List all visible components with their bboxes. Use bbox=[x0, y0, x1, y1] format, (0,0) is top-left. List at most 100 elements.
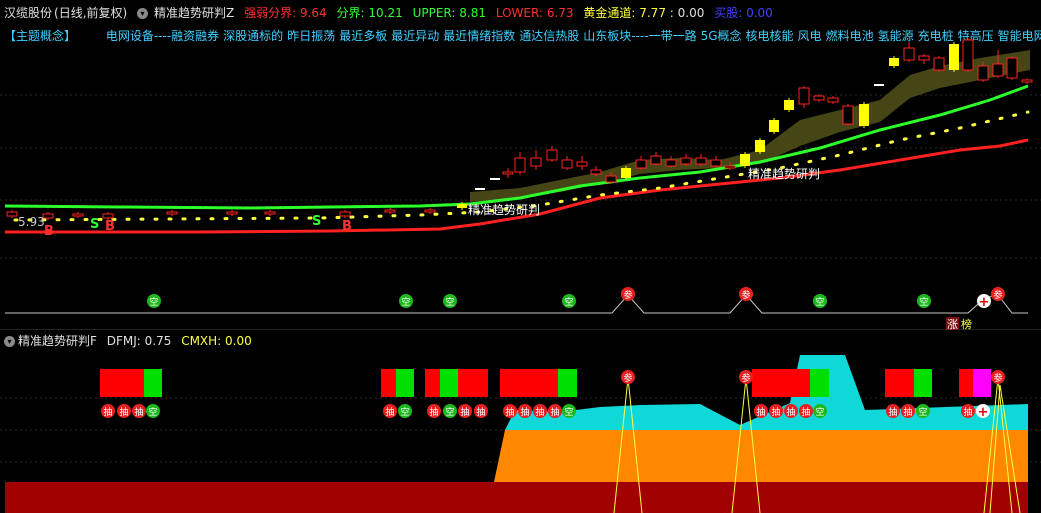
can-badge: 参 bbox=[991, 287, 1005, 301]
svg-text:抽: 抽 bbox=[385, 406, 394, 418]
svg-text:空: 空 bbox=[815, 296, 824, 308]
svg-text:抽: 抽 bbox=[771, 406, 780, 418]
candle-body bbox=[874, 84, 884, 86]
candle-body bbox=[1021, 79, 1033, 83]
candle-body bbox=[457, 204, 467, 208]
red-bar bbox=[425, 369, 440, 397]
candle-body bbox=[813, 95, 825, 101]
svg-text:抽: 抽 bbox=[505, 406, 514, 418]
kong-badge: 空 bbox=[398, 404, 412, 418]
magenta-bar bbox=[973, 369, 991, 397]
signal-label-1: 精准趋势研判 bbox=[468, 203, 540, 217]
red-bar bbox=[752, 369, 810, 397]
svg-text:抽: 抽 bbox=[520, 406, 529, 418]
svg-text:参: 参 bbox=[993, 372, 1002, 384]
chou-badge: 抽 bbox=[101, 404, 115, 418]
candle-body bbox=[514, 157, 526, 173]
svg-text:空: 空 bbox=[564, 296, 573, 308]
lower-indicator-name[interactable]: 精准趋势研判F bbox=[18, 334, 97, 348]
svg-text:参: 参 bbox=[993, 289, 1002, 301]
svg-text:空: 空 bbox=[445, 296, 454, 308]
lower-line bbox=[5, 138, 1029, 234]
signal-label-2: 精准趋势研判 bbox=[748, 167, 820, 181]
chou-badge: 抽 bbox=[458, 404, 472, 418]
chou-badge: 抽 bbox=[961, 404, 975, 418]
candle-body bbox=[576, 161, 588, 167]
chou-badge: 抽 bbox=[427, 404, 441, 418]
svg-text:+: + bbox=[979, 295, 990, 310]
candle-body bbox=[590, 169, 602, 175]
svg-text:空: 空 bbox=[401, 296, 410, 308]
candle-body bbox=[6, 211, 18, 217]
candle-body bbox=[665, 159, 677, 167]
cmxh-label: CMXH: bbox=[181, 334, 222, 348]
candle-body bbox=[977, 65, 989, 81]
candle-body bbox=[475, 188, 485, 190]
svg-text:抽: 抽 bbox=[103, 406, 112, 418]
collapse-icon[interactable]: ▾ bbox=[4, 336, 15, 347]
svg-text:抽: 抽 bbox=[963, 406, 972, 418]
can-badge: 参 bbox=[739, 370, 753, 384]
lower-badges: 抽抽抽空抽空抽空抽抽抽抽抽抽空抽抽抽抽空抽抽空抽 +参参参 bbox=[101, 370, 1005, 420]
chou-badge: 抽 bbox=[901, 404, 915, 418]
candle-body bbox=[918, 55, 930, 61]
svg-text:+: + bbox=[978, 405, 989, 420]
red-bar bbox=[885, 369, 914, 397]
s-marker: S bbox=[312, 214, 321, 229]
chou-badge: 抽 bbox=[132, 404, 146, 418]
candle-body bbox=[339, 211, 351, 217]
kong-badge: 空 bbox=[562, 294, 576, 308]
svg-text:抽: 抽 bbox=[756, 406, 765, 418]
kong-badge: 空 bbox=[399, 294, 413, 308]
candle-body bbox=[680, 157, 692, 165]
svg-text:抽: 抽 bbox=[429, 406, 438, 418]
candle-body bbox=[710, 159, 722, 167]
svg-text:空: 空 bbox=[918, 406, 927, 418]
green-bar bbox=[396, 369, 414, 397]
green-bar bbox=[144, 369, 162, 397]
kong-badge: 空 bbox=[813, 404, 827, 418]
chou-badge: 抽 bbox=[474, 404, 488, 418]
can-badge: 参 bbox=[621, 287, 635, 301]
red-bar bbox=[458, 369, 488, 397]
svg-text:抽: 抽 bbox=[119, 406, 128, 418]
kong-badge: 空 bbox=[146, 404, 160, 418]
svg-text:抽: 抽 bbox=[888, 406, 897, 418]
kong-badge: 空 bbox=[813, 294, 827, 308]
candle-body bbox=[102, 213, 114, 219]
candle-body bbox=[903, 47, 915, 61]
svg-text:参: 参 bbox=[741, 289, 750, 301]
base-area bbox=[5, 482, 1028, 513]
b-marker: B bbox=[44, 224, 54, 239]
candle-body bbox=[842, 105, 854, 125]
candle-body bbox=[769, 120, 779, 132]
main-price-chart: 5.93 精准趋势研判 精准趋势研判 B B S S B 空 空 空 空 空 空… bbox=[0, 38, 1041, 330]
s-marker: S bbox=[90, 217, 99, 232]
candle-body bbox=[530, 157, 542, 167]
chou-badge: 抽 bbox=[117, 404, 131, 418]
candle-body bbox=[859, 104, 869, 126]
green-bar bbox=[914, 369, 932, 397]
candle-body bbox=[561, 159, 573, 169]
red-bar bbox=[381, 369, 396, 397]
price-label: 5.93 bbox=[18, 215, 45, 229]
candle-body bbox=[695, 157, 707, 165]
kong-badge: 空 bbox=[443, 404, 457, 418]
candle-body bbox=[605, 175, 617, 183]
svg-text:抽: 抽 bbox=[903, 406, 912, 418]
svg-text:空: 空 bbox=[564, 406, 573, 418]
svg-text:抽: 抽 bbox=[134, 406, 143, 418]
candle-body bbox=[798, 87, 810, 105]
svg-text:抽: 抽 bbox=[801, 406, 810, 418]
svg-text:空: 空 bbox=[919, 296, 928, 308]
candle-body bbox=[226, 211, 238, 215]
dfmj-label: DFMJ: bbox=[106, 334, 141, 348]
spike-line bbox=[731, 377, 761, 513]
chou-badge: 抽 bbox=[769, 404, 783, 418]
candle-body bbox=[1006, 57, 1018, 79]
green-bar bbox=[810, 369, 829, 397]
kong-badge: 空 bbox=[562, 404, 576, 418]
b-marker: B bbox=[105, 219, 115, 234]
candle-body bbox=[384, 209, 396, 213]
svg-text:抽: 抽 bbox=[550, 406, 559, 418]
